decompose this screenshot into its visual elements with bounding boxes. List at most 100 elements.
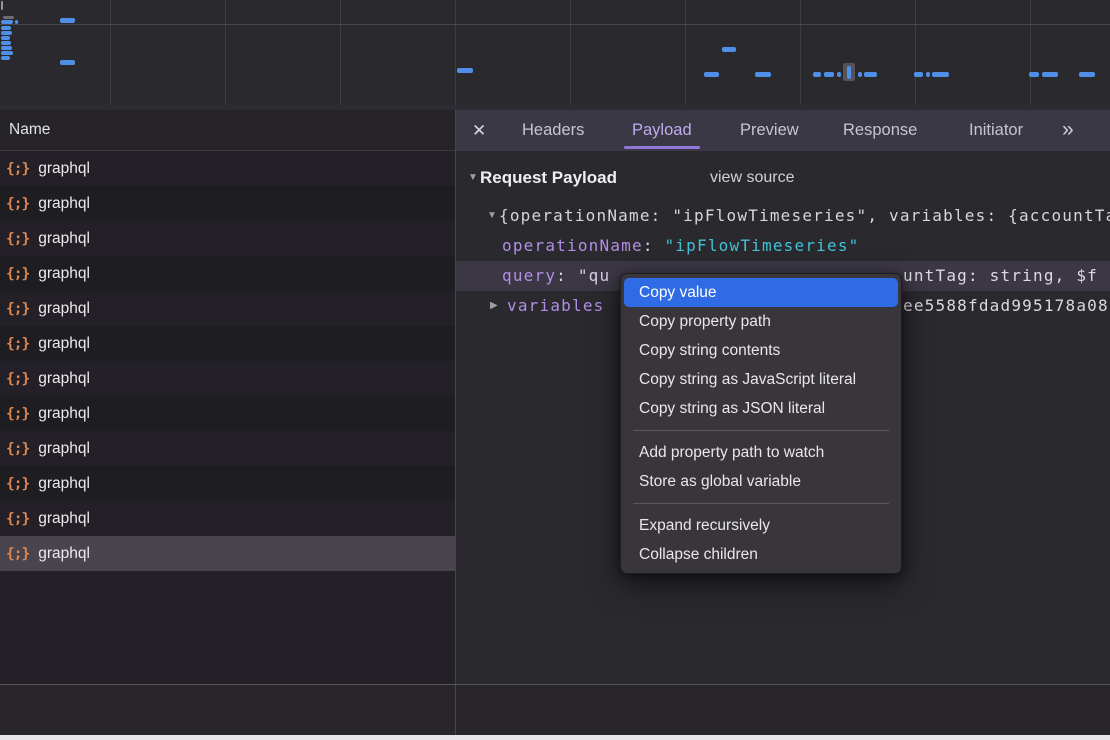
token-string: "ipFlowTimeseries" [665, 236, 860, 255]
panel-divider[interactable] [455, 110, 456, 735]
tab-initiator[interactable]: Initiator [969, 110, 1023, 151]
request-timing-bar[interactable] [60, 18, 75, 23]
request-timing-bar[interactable] [60, 60, 75, 65]
section-title: Request Payload [480, 163, 617, 193]
json-fetch-icon: {;} [6, 161, 29, 177]
devtools-network-panel: Name {;}graphql{;}graphql{;}graphql{;}gr… [0, 0, 1110, 740]
menu-item-store-as-global-variable[interactable]: Store as global variable [624, 467, 898, 496]
collapse-triangle-icon[interactable]: ▼ [468, 163, 478, 193]
json-fetch-icon: {;} [6, 301, 29, 317]
tab-headers[interactable]: Headers [522, 110, 584, 151]
requests-list: {;} graphql {;} graphql {;} graphql {;} graphql… [0, 151, 455, 571]
json-fetch-icon: {;} [6, 406, 29, 422]
table-row[interactable]: {;} graphql [0, 291, 455, 326]
name-column-header[interactable]: Name [0, 110, 455, 151]
request-timing-bar[interactable] [932, 72, 949, 77]
request-timing-bar[interactable] [837, 72, 841, 77]
json-fetch-icon: {;} [6, 231, 29, 247]
request-timing-bar[interactable] [457, 68, 473, 73]
menu-item-copy-string-as-json-literal[interactable]: Copy string as JSON literal [624, 394, 898, 423]
request-timing-bar[interactable] [704, 72, 719, 77]
table-row[interactable]: {;} graphql [0, 396, 455, 431]
request-timing-bar[interactable] [1, 26, 11, 30]
request-timing-bar[interactable] [1029, 72, 1039, 77]
request-timing-bar[interactable] [1, 41, 11, 45]
request-name: graphql [38, 265, 90, 283]
request-name: graphql [38, 160, 90, 178]
close-icon[interactable]: ✕ [472, 110, 486, 151]
table-row[interactable]: {;}graphql [0, 501, 455, 536]
request-timing-bar[interactable] [1, 31, 12, 35]
timeline-row-divider [0, 24, 1110, 25]
table-row[interactable]: {;}graphql [0, 326, 455, 361]
menu-item-copy-string-contents[interactable]: Copy string contents [624, 336, 898, 365]
menu-item-add-property-path-to-watch[interactable]: Add property path to watch [624, 438, 898, 467]
table-row[interactable]: {;}graphql [0, 361, 455, 396]
token-plain: {operationName: "ipFlowTimeseries", vari… [499, 206, 1110, 225]
timeline-gridline [570, 0, 571, 105]
request-timing-bar[interactable] [1079, 72, 1095, 77]
table-row[interactable]: {;}graphql [0, 536, 455, 571]
context-menu: Copy valueCopy property pathCopy string … [620, 273, 902, 574]
timeline-gridline [455, 0, 456, 105]
payload-tree-row[interactable]: ▼{operationName: "ipFlowTimeseries", var… [456, 201, 1110, 231]
request-timing-bar[interactable] [1, 36, 10, 40]
request-timing-bar[interactable] [755, 72, 771, 77]
empty-footer-area [0, 685, 1110, 735]
request-timing-bar[interactable] [864, 72, 877, 77]
table-row[interactable]: {;}graphql [0, 431, 455, 466]
request-timing-bar[interactable] [847, 66, 851, 79]
view-source-link[interactable]: view source [710, 163, 794, 193]
json-fetch-icon: {;} [6, 476, 29, 492]
request-timing-bar[interactable] [1042, 72, 1058, 77]
request-timing-bar[interactable] [858, 72, 862, 77]
menu-item-copy-string-as-javascript-literal[interactable]: Copy string as JavaScript literal [624, 365, 898, 394]
request-name: graphql [38, 300, 90, 318]
menu-separator [633, 430, 889, 431]
timeline-gridline [225, 0, 226, 105]
request-timing-bar[interactable] [1, 1, 3, 10]
collapsed-triangle-icon[interactable]: ▶ [490, 291, 498, 321]
panel-bottom-border [0, 684, 1110, 685]
menu-item-copy-value[interactable]: Copy value [624, 278, 898, 307]
request-timing-bar[interactable] [1, 56, 10, 60]
table-row[interactable]: {;}graphql [0, 466, 455, 501]
request-timing-bar[interactable] [824, 72, 834, 77]
request-timing-bar[interactable] [813, 72, 821, 77]
tab-preview[interactable]: Preview [740, 110, 799, 151]
more-tabs-icon[interactable]: » [1062, 110, 1071, 151]
tree-row-text: {operationName: "ipFlowTimeseries", vari… [499, 201, 1110, 231]
json-fetch-icon: {;} [6, 546, 29, 562]
tab-response[interactable]: Response [843, 110, 917, 151]
json-fetch-icon: {;} [6, 196, 29, 212]
token-key: query [502, 266, 556, 285]
network-overview-timeline[interactable] [0, 0, 1110, 105]
requests-panel: Name {;}graphql{;}graphql{;}graphql{;}gr… [0, 110, 455, 684]
menu-item-expand-recursively[interactable]: Expand recursively [624, 511, 898, 540]
tree-row-text-fragment: ee5588fdad995178a08 [903, 291, 1109, 321]
request-timing-bar[interactable] [3, 16, 14, 19]
tab-payload[interactable]: Payload [632, 110, 692, 151]
request-timing-bar[interactable] [1, 51, 13, 55]
timeline-gridline [685, 0, 686, 105]
table-row[interactable]: {;}graphql [0, 186, 455, 221]
table-row[interactable]: {;}graphql [0, 256, 455, 291]
table-row[interactable]: {;}graphql [0, 221, 455, 256]
payload-tree-row[interactable]: operationName: "ipFlowTimeseries" [456, 231, 1110, 261]
request-timing-bar[interactable] [1, 20, 13, 24]
request-timing-bar[interactable] [914, 72, 923, 77]
request-timing-bar[interactable] [722, 47, 736, 52]
menu-separator [633, 503, 889, 504]
tree-row-text-fragment: untTag: string, $f [903, 261, 1098, 291]
request-timing-bar[interactable] [15, 20, 18, 24]
request-timing-bar[interactable] [1, 46, 12, 50]
request-timing-bar[interactable] [926, 72, 930, 77]
menu-item-copy-property-path[interactable]: Copy property path [624, 307, 898, 336]
table-row[interactable]: {;} graphql [0, 151, 455, 186]
token-key: variables [507, 296, 605, 315]
menu-item-collapse-children[interactable]: Collapse children [624, 540, 898, 569]
request-name: graphql [38, 405, 90, 423]
token-plain: : [556, 266, 578, 285]
json-fetch-icon: {;} [6, 441, 29, 457]
expanded-triangle-icon[interactable]: ▼ [487, 201, 497, 231]
